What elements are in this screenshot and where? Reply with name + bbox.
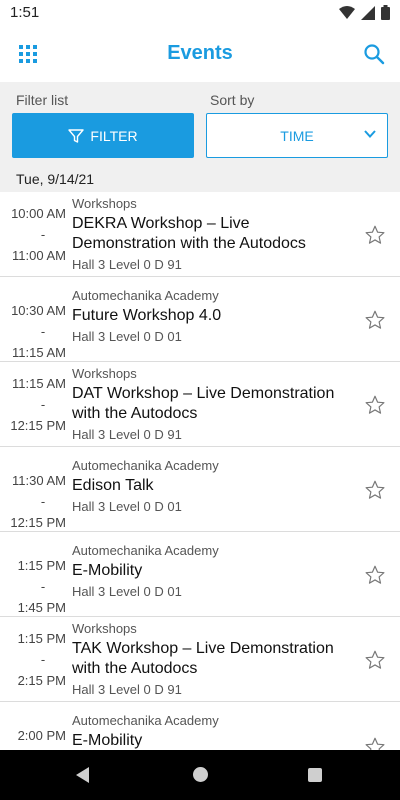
event-start-time: 1:15 PM <box>17 631 66 646</box>
event-start-time: 2:00 PM <box>17 728 66 743</box>
event-time-range: 1:15 PM - 2:15 PM <box>0 628 66 691</box>
event-time-range: 10:00 AM - 11:00 AM <box>0 203 66 266</box>
event-start-time: 10:00 AM <box>11 206 66 221</box>
event-title: DEKRA Workshop – Live Demonstration with… <box>72 215 306 252</box>
event-row[interactable]: 2:00 PM- Automechanika Academy E-Mobility <box>0 702 400 750</box>
event-end-time: 12:15 PM <box>10 515 66 530</box>
event-location: Hall 3 Level 0 D 01 <box>72 499 182 514</box>
event-title: Future Workshop 4.0 <box>72 307 222 324</box>
favorite-star-icon[interactable] <box>364 736 386 750</box>
app-bar: Events <box>0 26 400 82</box>
status-bar: 1:51 <box>0 0 400 26</box>
event-time-range: 11:30 AM - 12:15 PM <box>0 470 66 533</box>
event-time-separator: - <box>40 324 46 339</box>
event-end-time: 11:00 AM <box>12 248 66 263</box>
event-title: E-Mobility <box>72 562 143 579</box>
event-category: Workshops <box>72 196 137 211</box>
battery-icon <box>381 5 390 20</box>
event-row[interactable]: 1:15 PM - 1:45 PM Automechanika Academy E-Mo… <box>0 532 400 617</box>
event-end-time: 1:45 PM <box>17 600 66 615</box>
page-title: Events <box>167 42 233 64</box>
event-category: Automechanika Academy <box>72 288 219 303</box>
event-info: Automechanika Academy Future Workshop 4.0… <box>72 288 352 345</box>
event-location: Hall 3 Level 0 D 91 <box>72 257 182 272</box>
event-time-separator: - <box>40 579 46 594</box>
event-time-range: 10:30 AM - 11:15 AM <box>0 300 66 363</box>
sort-select-value: TIME <box>280 127 314 144</box>
event-title: TAK Workshop – Live Demonstration with t… <box>72 640 334 677</box>
filter-button-label: FILTER <box>90 127 138 144</box>
chevron-down-icon <box>364 130 376 138</box>
favorite-star-icon[interactable] <box>364 649 386 671</box>
event-row[interactable]: 10:30 AM - 11:15 AM Automechanika Academy Fu… <box>0 277 400 362</box>
event-time-separator: - <box>40 397 46 412</box>
filter-list-label: Filter list <box>16 92 69 108</box>
signal-icon <box>361 5 375 20</box>
event-location: Hall 3 Level 0 D 01 <box>72 584 182 599</box>
event-time-separator: - <box>40 227 46 242</box>
event-start-time: 11:15 AM <box>12 376 66 391</box>
event-category: Automechanika Academy <box>72 713 219 728</box>
event-category: Workshops <box>72 621 137 636</box>
event-category: Workshops <box>72 366 137 381</box>
recents-icon[interactable] <box>308 768 322 782</box>
event-title: E-Mobility <box>72 732 143 749</box>
event-start-time: 1:15 PM <box>17 558 66 573</box>
event-title: Edison Talk <box>72 477 154 494</box>
favorite-star-icon[interactable] <box>364 479 386 501</box>
date-header: Tue, 9/14/21 <box>0 166 400 192</box>
funnel-icon <box>68 128 85 143</box>
favorite-star-icon[interactable] <box>364 564 386 586</box>
favorite-star-icon[interactable] <box>364 309 386 331</box>
event-info: Workshops DAT Workshop – Live Demonstrati… <box>72 366 352 443</box>
system-icons <box>339 5 390 20</box>
event-title: DAT Workshop – Live Demonstration with t… <box>72 385 335 422</box>
back-icon[interactable] <box>76 767 89 783</box>
event-start-time: 10:30 AM <box>11 303 66 318</box>
home-icon[interactable] <box>193 767 208 782</box>
filter-button[interactable]: FILTER <box>12 113 194 158</box>
event-end-time: 12:15 PM <box>10 418 66 433</box>
event-location: Hall 3 Level 0 D 01 <box>72 329 182 344</box>
system-nav-bar <box>0 750 400 800</box>
sort-select[interactable]: TIME <box>206 113 388 158</box>
event-category: Automechanika Academy <box>72 543 219 558</box>
sort-by-label: Sort by <box>210 92 255 108</box>
event-info: Workshops TAK Workshop – Live Demonstrati… <box>72 621 352 698</box>
event-time-separator: - <box>40 652 46 667</box>
event-category: Automechanika Academy <box>72 458 219 473</box>
event-list: 10:00 AM - 11:00 AM Workshops DEKRA Workshop… <box>0 192 400 750</box>
favorite-star-icon[interactable] <box>364 394 386 416</box>
event-end-time: 2:15 PM <box>17 673 66 688</box>
event-info: Automechanika Academy E-Mobility Hall 3 Le… <box>72 543 352 600</box>
search-icon[interactable] <box>362 42 386 66</box>
event-time-range: 11:15 AM - 12:15 PM <box>0 373 66 436</box>
favorite-star-icon[interactable] <box>364 224 386 246</box>
event-time-separator: - <box>40 494 46 509</box>
event-row[interactable]: 11:30 AM - 12:15 PM Automechanika Academy Ed… <box>0 447 400 532</box>
event-end-time: 11:15 AM <box>12 345 66 360</box>
event-row[interactable]: 10:00 AM - 11:00 AM Workshops DEKRA Workshop… <box>0 192 400 277</box>
event-time-range: 1:15 PM - 1:45 PM <box>0 555 66 618</box>
event-location: Hall 3 Level 0 D 91 <box>72 682 182 697</box>
date-header-label: Tue, 9/14/21 <box>16 171 95 187</box>
event-row[interactable]: 1:15 PM - 2:15 PM Workshops TAK Workshop – L… <box>0 617 400 702</box>
event-info: Automechanika Academy Edison Talk Hall 3 L… <box>72 458 352 515</box>
event-info: Workshops DEKRA Workshop – Live Demonstra… <box>72 196 352 273</box>
event-location: Hall 3 Level 0 D 91 <box>72 427 182 442</box>
wifi-icon <box>339 5 355 19</box>
event-start-time: 11:30 AM <box>12 473 66 488</box>
event-time-range: 2:00 PM- <box>0 725 66 750</box>
status-time: 1:51 <box>10 4 40 21</box>
event-info: Automechanika Academy E-Mobility <box>72 713 352 750</box>
event-row[interactable]: 11:15 AM - 12:15 PM Workshops DAT Workshop –… <box>0 362 400 447</box>
filter-bar: Filter list Sort by FILTER TIME <box>0 82 400 166</box>
